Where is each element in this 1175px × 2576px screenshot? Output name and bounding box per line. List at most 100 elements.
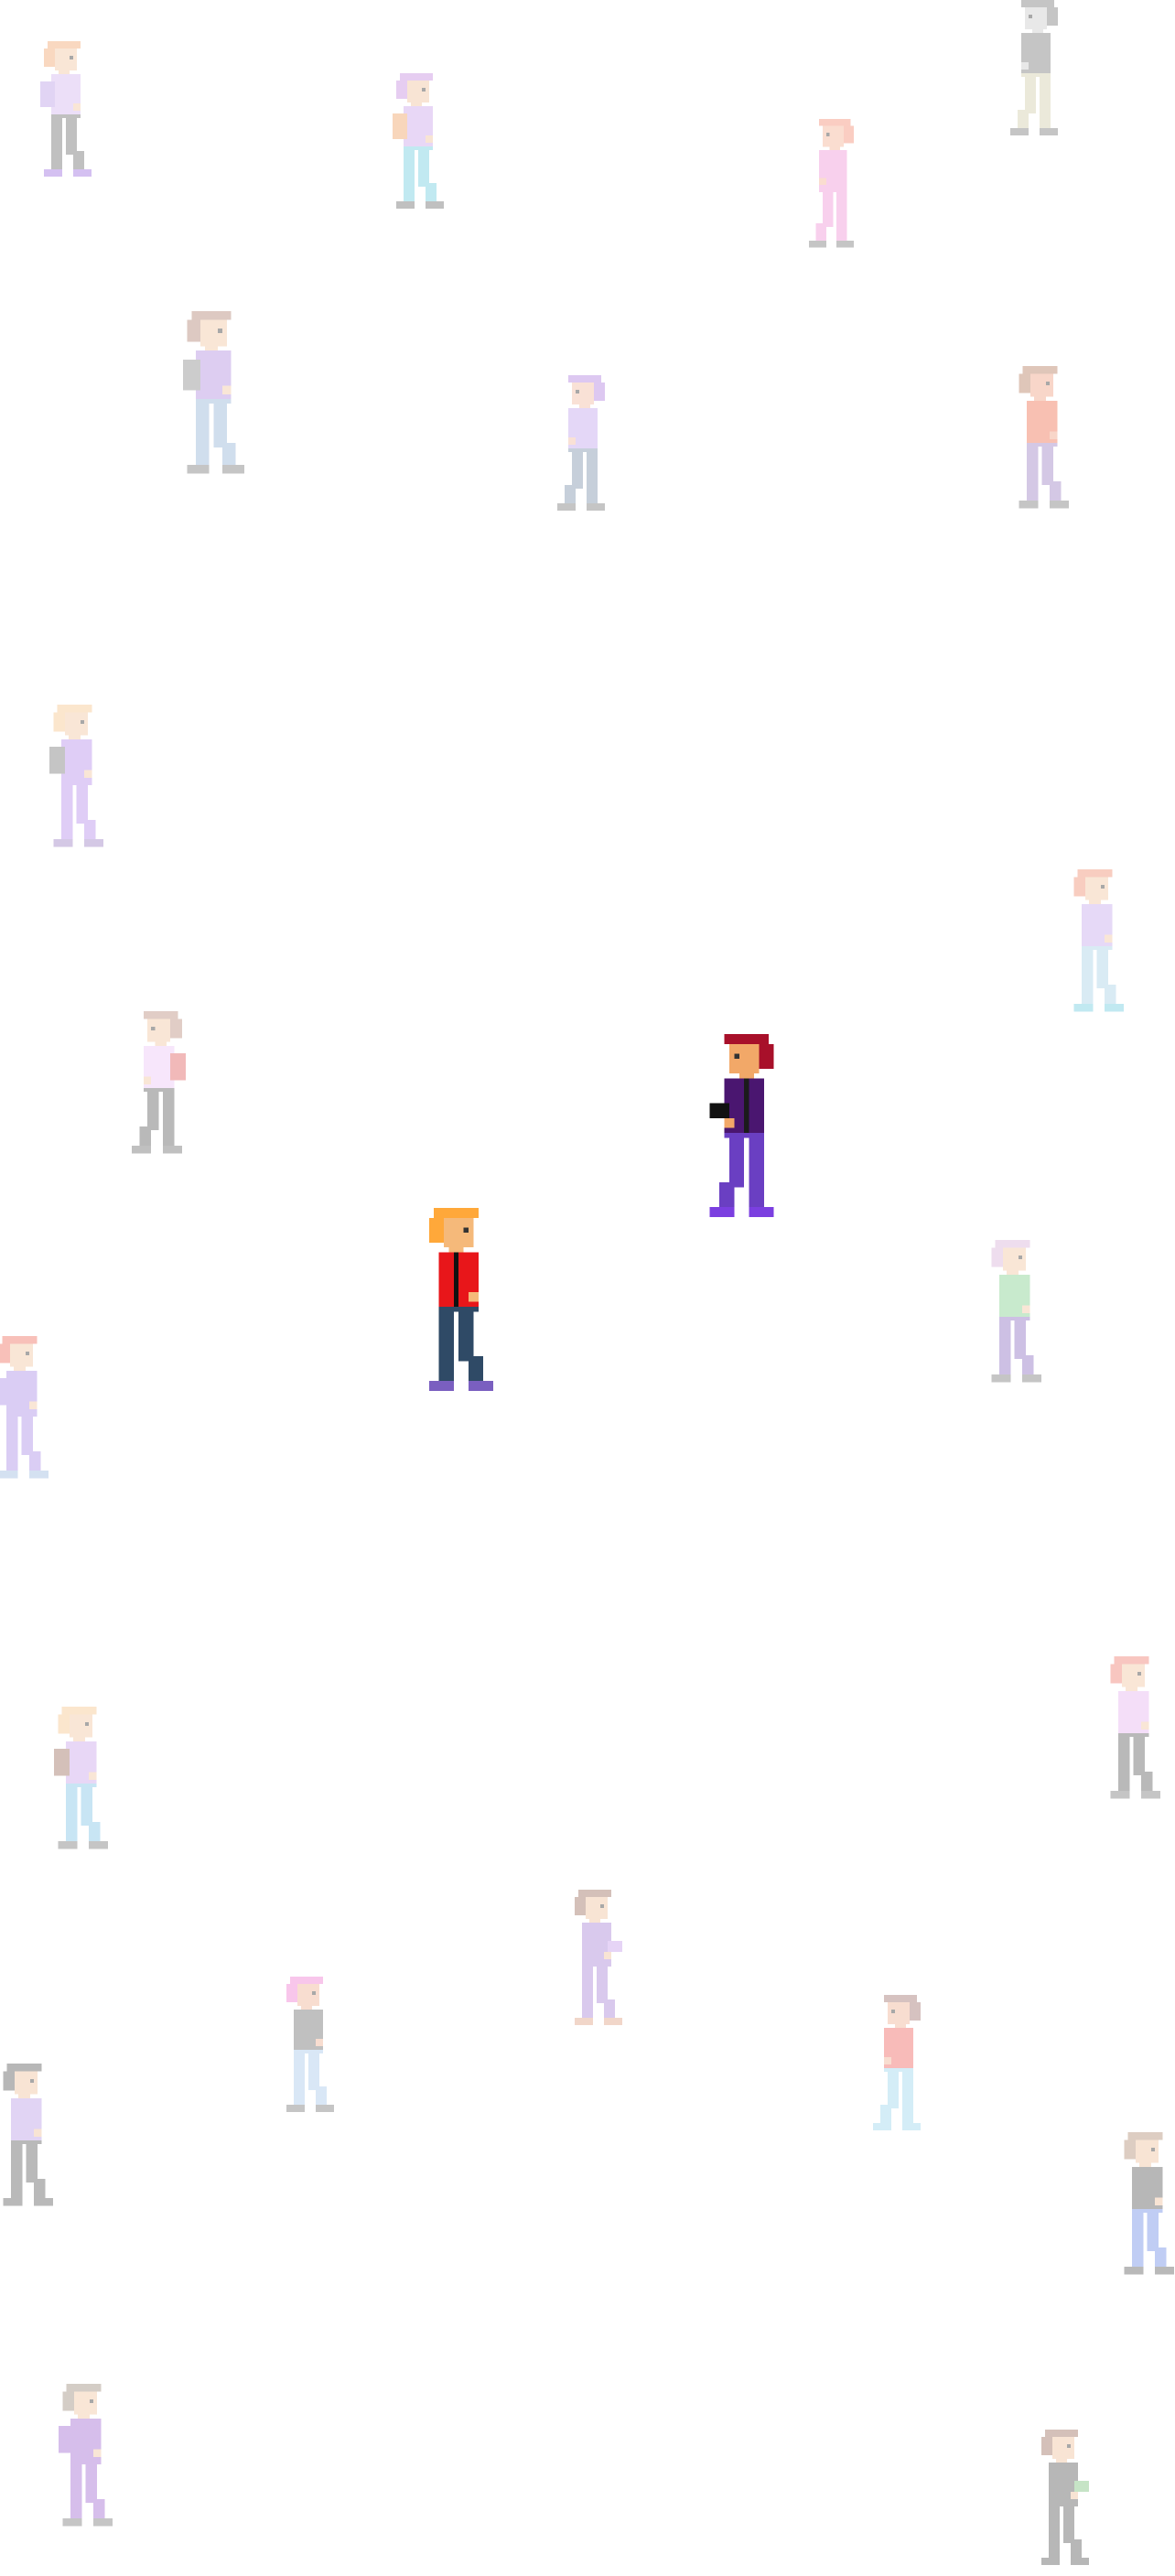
crowd-character-bg-17 [869,1995,928,2141]
hand [316,2039,323,2046]
shoe-front [92,2517,113,2527]
leg-back [1081,950,1094,1004]
face [199,319,227,347]
leg-front [1041,447,1054,486]
eye [70,56,73,59]
hand [143,1076,152,1084]
sprite-figure [428,1208,493,1391]
shoe-front [808,240,826,248]
leg-front [597,1967,608,2003]
hand [92,2449,102,2457]
crowd-character-bg-07 [1011,366,1073,520]
hand [33,2129,42,2137]
hand [819,178,826,186]
leg-back [1117,1737,1130,1791]
held-item [709,1103,729,1118]
eye [891,2010,895,2013]
shoe-back [991,1374,1011,1383]
leg-back [65,1787,78,1841]
face [822,125,844,147]
shoe-back [162,1145,182,1154]
hand [1154,2197,1163,2205]
face [64,712,89,736]
leg-front [822,191,834,227]
leg-back [902,2072,913,2123]
bag-strap [744,1078,749,1133]
leg-back [5,1417,18,1471]
eye [1067,2444,1071,2448]
shoe-front [221,464,244,474]
sprite-figure [1073,869,1124,1012]
face [55,49,77,70]
shoe-front [873,2123,891,2130]
hand [28,1401,38,1409]
character-npc-red-hair-purple[interactable] [705,1034,783,1232]
shoe-front [1021,1374,1041,1383]
leg-front [572,452,583,489]
shoe-back [44,169,62,177]
shoe-back [575,2018,593,2025]
eye [1029,15,1032,18]
leg-front [458,1311,474,1362]
crowd-character-bg-14 [1103,1656,1164,1810]
face [14,2071,38,2095]
sprite-figure [3,2064,53,2206]
backpack [59,2426,74,2453]
hand [88,1772,97,1780]
shoe-back [62,2517,82,2527]
shoe-front [1049,500,1069,509]
eye [312,1991,316,1995]
shoe-back [587,503,605,511]
crowd-character-bg-21 [1034,2430,1093,2576]
face [297,1984,319,2006]
shoe-back [428,1380,454,1391]
eye [463,1227,469,1234]
shoe-front [28,1470,49,1479]
sprite-figure [557,375,605,511]
leg-back [1040,77,1051,128]
shoe-front [1071,2558,1089,2565]
eye [1018,1255,1022,1260]
crowd-character-bg-05 [178,311,249,487]
eye [151,1026,156,1031]
leg-front [728,1137,745,1188]
shoe-back [1124,2266,1144,2275]
hand [568,437,576,445]
character-hero-orange-hair[interactable] [419,1208,498,1406]
shoe-back [3,2197,23,2206]
backpack [182,359,200,391]
leg-back [196,403,210,465]
face [1052,2437,1074,2459]
leg-back [1026,447,1039,501]
shoe-back [1019,500,1039,509]
eye [600,1904,604,1908]
sprite-figure [1124,2132,1174,2275]
leg-back [836,191,847,241]
shoe-front [468,1380,493,1391]
face [586,1897,608,1919]
shoe-back [836,240,855,248]
face [1029,373,1054,397]
leg-back [1049,2506,1060,2558]
shoe-front [1154,2266,1174,2275]
eye [89,2398,93,2404]
eye [734,1053,739,1060]
sprite-figure [393,73,444,209]
face [407,81,429,102]
leg-back [51,118,62,169]
shoe-back [1040,128,1058,135]
shoe-back [1073,1003,1094,1012]
shoe-back [58,1840,78,1849]
shoe-back [1041,2558,1060,2565]
leg-back [404,150,415,201]
sprite-figure [49,705,103,847]
bag-strap [453,1252,459,1307]
sprite-figure [808,119,855,248]
face [69,1714,93,1738]
hand [724,1117,735,1128]
crowd-character-bg-19 [1116,2132,1175,2286]
crowd-character-bg-11 [984,1240,1045,1394]
leg-back [749,1137,764,1207]
eye [1137,1671,1141,1676]
crowd-character-bg-09 [1066,869,1127,1023]
